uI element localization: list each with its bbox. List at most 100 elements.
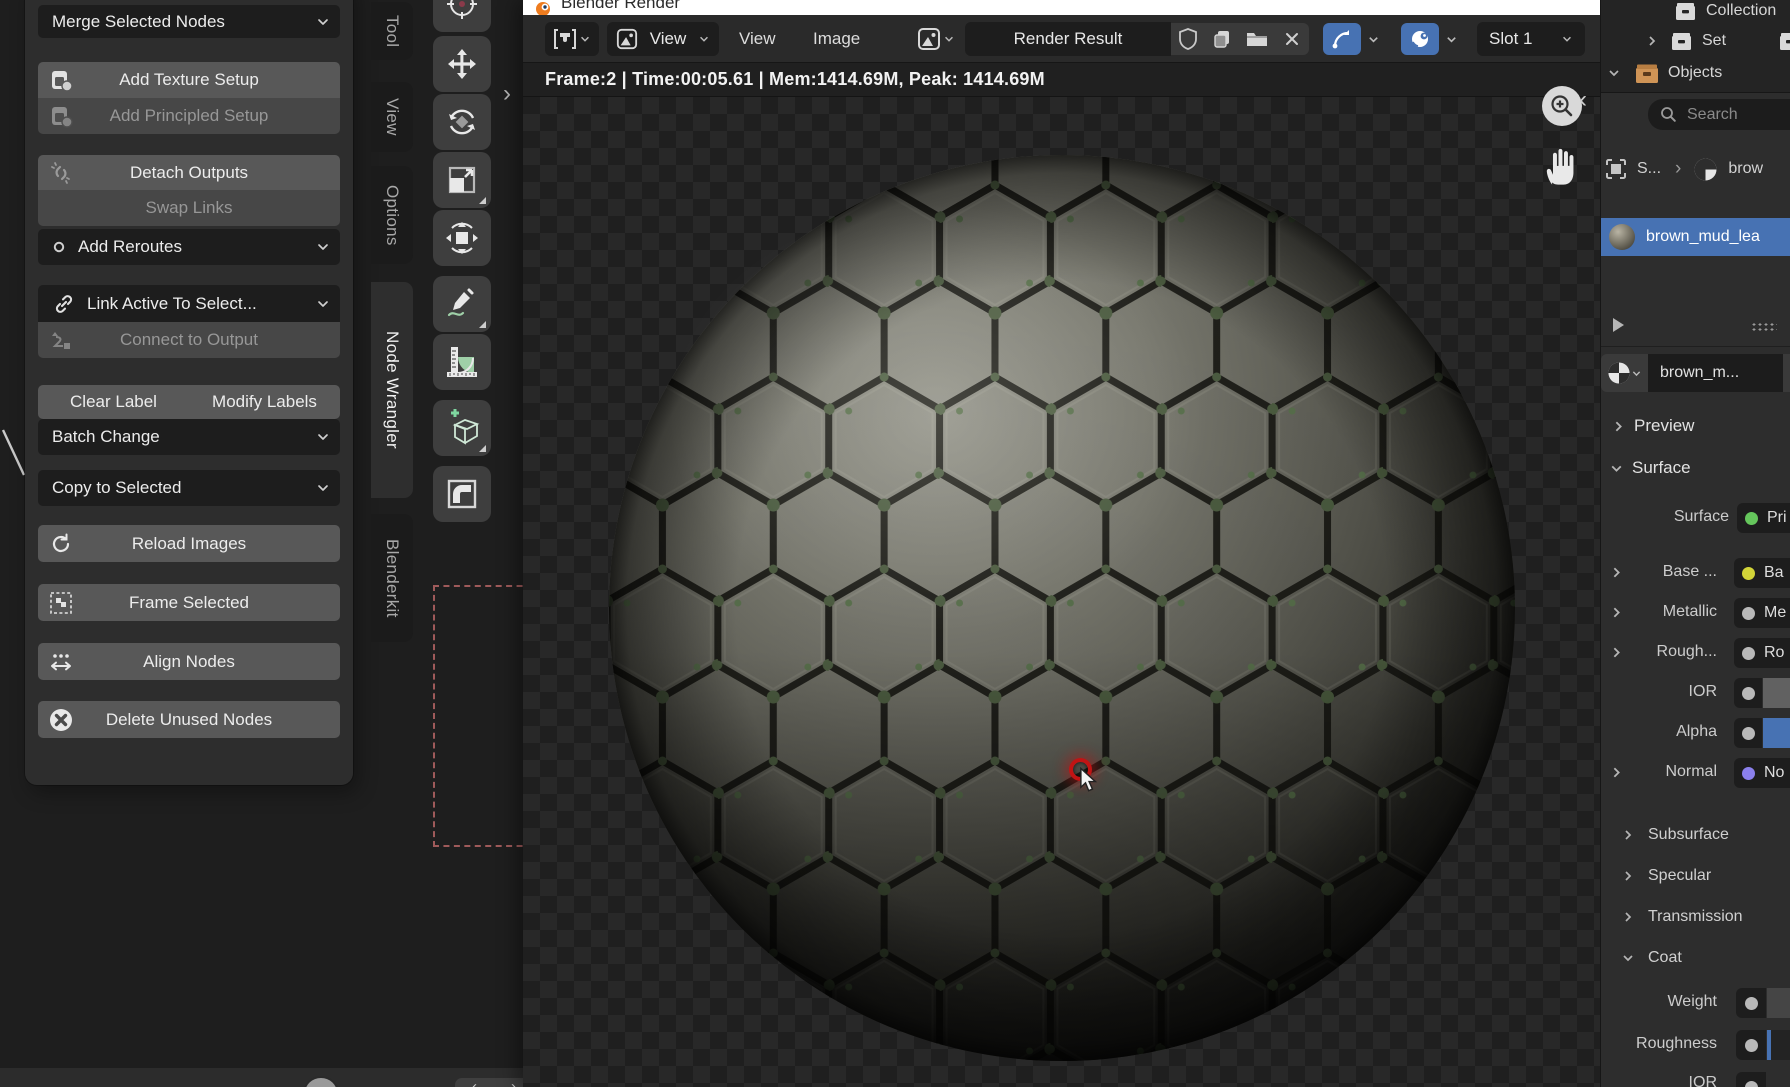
measure-tool-icon [443, 343, 481, 381]
search-field[interactable] [1648, 99, 1790, 130]
x-circle-icon [48, 707, 74, 733]
coat-weight-label: Weight [1601, 993, 1717, 1011]
clear-label-button[interactable]: Clear Label [38, 385, 190, 419]
slot-dropdown[interactable]: Slot 1 [1477, 22, 1585, 56]
tab-blenderkit[interactable]: Blenderkit [371, 514, 413, 642]
coat-ior-socket-button[interactable] [1736, 1072, 1766, 1087]
outliner-row-objects[interactable]: Objects [1601, 58, 1790, 88]
alpha-slider[interactable] [1763, 718, 1790, 748]
connect-to-output-button[interactable]: Connect to Output [38, 322, 340, 358]
tool-move[interactable] [433, 36, 491, 92]
view-mode-dropdown[interactable]: View [607, 22, 719, 56]
slot-panel-expand[interactable] [1613, 318, 1624, 332]
tool-transform[interactable] [433, 210, 491, 266]
objects-collection-icon [1635, 63, 1659, 84]
breadcrumb-material[interactable]: brow [1728, 160, 1763, 178]
unlink-image-button[interactable] [1275, 23, 1309, 55]
fake-user-button[interactable] [1171, 23, 1205, 55]
mouse-cursor [1079, 767, 1103, 793]
surface-shader-button[interactable]: Pri [1737, 503, 1790, 533]
grip-handle-icon[interactable] [1751, 322, 1777, 332]
subsurface-label: Subsurface [1648, 826, 1729, 844]
editor-type-dropdown[interactable] [545, 22, 599, 56]
coat-roughness-socket-button[interactable] [1736, 1030, 1766, 1060]
ior-slider[interactable] [1763, 678, 1790, 708]
tool-corner[interactable] [433, 466, 491, 522]
ior-socket-button[interactable] [1734, 678, 1762, 708]
tool-cursor[interactable] [433, 0, 491, 32]
tab-node-wrangler[interactable]: Node Wrangler [371, 282, 413, 498]
section-subsurface[interactable]: Subsurface [1621, 826, 1729, 844]
tool-rotate[interactable] [433, 94, 491, 150]
merge-selected-nodes-menu[interactable]: Merge Selected Nodes [38, 5, 340, 38]
material-slot-name: brown_mud_lea [1646, 228, 1760, 246]
add-principled-setup-button[interactable]: Add Principled Setup [38, 98, 340, 134]
image-name-field[interactable]: Render Result [965, 22, 1171, 56]
value-socket-dot [1742, 687, 1755, 700]
overlays-dropdown[interactable] [1441, 22, 1462, 56]
material-name-field[interactable]: brown_m... [1648, 354, 1783, 392]
tab-options[interactable]: Options [371, 166, 413, 264]
coat-roughness-slider[interactable] [1767, 1030, 1790, 1060]
vector-socket-dot [1742, 767, 1755, 780]
material-fake-user-button[interactable] [1783, 354, 1790, 392]
tool-measure[interactable] [433, 334, 491, 390]
window-titlebar[interactable]: Blender Render [523, 0, 1600, 15]
base-color-button[interactable]: Ba [1734, 558, 1790, 588]
coat-weight-socket-button[interactable] [1736, 988, 1766, 1018]
copy-to-selected-menu[interactable]: Copy to Selected [38, 470, 340, 506]
partial-button[interactable] [303, 1076, 339, 1087]
add-texture-setup-button[interactable]: Add Texture Setup [38, 62, 340, 98]
menu-view[interactable]: View [731, 22, 784, 56]
alpha-socket-button[interactable] [1734, 718, 1762, 748]
tool-annotate[interactable] [433, 276, 491, 332]
outliner-row-set[interactable]: Set [1601, 26, 1790, 56]
chevron-down-icon [943, 33, 955, 45]
add-reroutes-menu[interactable]: Add Reroutes [38, 229, 340, 265]
merge-selected-nodes-label: Merge Selected Nodes [52, 12, 225, 32]
swap-links-button[interactable]: Swap Links [38, 190, 340, 226]
section-surface[interactable]: Surface [1609, 458, 1691, 478]
image-icon [616, 28, 638, 50]
material-browse-button[interactable] [1601, 354, 1648, 392]
duplicate-image-button[interactable] [1205, 23, 1239, 55]
tool-scale[interactable] [433, 152, 491, 208]
breadcrumb-scene[interactable]: S... [1637, 160, 1661, 178]
rotate-tool-icon [444, 104, 480, 140]
link-active-to-selected-menu[interactable]: Link Active To Select... [38, 285, 340, 322]
image-datablock-browse[interactable] [909, 22, 963, 56]
modify-labels-button[interactable]: Modify Labels [189, 385, 340, 419]
section-preview[interactable]: Preview [1611, 416, 1694, 436]
coat-weight-slider[interactable] [1767, 988, 1790, 1018]
tool-add-cube[interactable] [433, 400, 491, 456]
tab-tool[interactable]: Tool [371, 2, 413, 60]
normal-button[interactable]: No [1734, 758, 1790, 788]
gizmo-toggle[interactable] [1323, 23, 1361, 55]
pan-control-button[interactable] [1539, 142, 1585, 192]
roughness-button[interactable]: Ro [1734, 638, 1790, 668]
region-expand-chevron[interactable]: › [503, 80, 511, 108]
batch-change-menu[interactable]: Batch Change [38, 419, 340, 455]
frame-selected-button[interactable]: Frame Selected [38, 584, 340, 621]
delete-unused-nodes-button[interactable]: Delete Unused Nodes [38, 701, 340, 738]
section-specular[interactable]: Specular [1621, 867, 1711, 885]
reload-images-button[interactable]: Reload Images [38, 525, 340, 562]
connect-to-output-label: Connect to Output [120, 330, 258, 350]
sidebar-collapse-chevron[interactable]: ‹ [1579, 86, 1587, 114]
outliner-row-collection[interactable]: Collection [1601, 0, 1790, 26]
overlays-toggle[interactable] [1401, 23, 1439, 55]
material-slot-row[interactable]: brown_mud_lea [1601, 218, 1790, 256]
partial-button-group[interactable]: ‹› [455, 1078, 533, 1087]
align-nodes-button[interactable]: Align Nodes [38, 643, 340, 680]
zoom-control-button[interactable] [1542, 86, 1582, 126]
section-coat[interactable]: Coat [1621, 949, 1682, 967]
metallic-button[interactable]: Me [1734, 598, 1790, 628]
batch-change-label: Batch Change [52, 427, 160, 447]
menu-image[interactable]: Image [805, 22, 868, 56]
gizmo-dropdown[interactable] [1363, 22, 1384, 56]
section-transmission[interactable]: Transmission [1621, 908, 1743, 926]
detach-outputs-button[interactable]: Detach Outputs [38, 155, 340, 190]
search-input[interactable] [1685, 105, 1789, 125]
tab-view[interactable]: View [371, 82, 413, 152]
open-image-button[interactable] [1239, 23, 1275, 55]
